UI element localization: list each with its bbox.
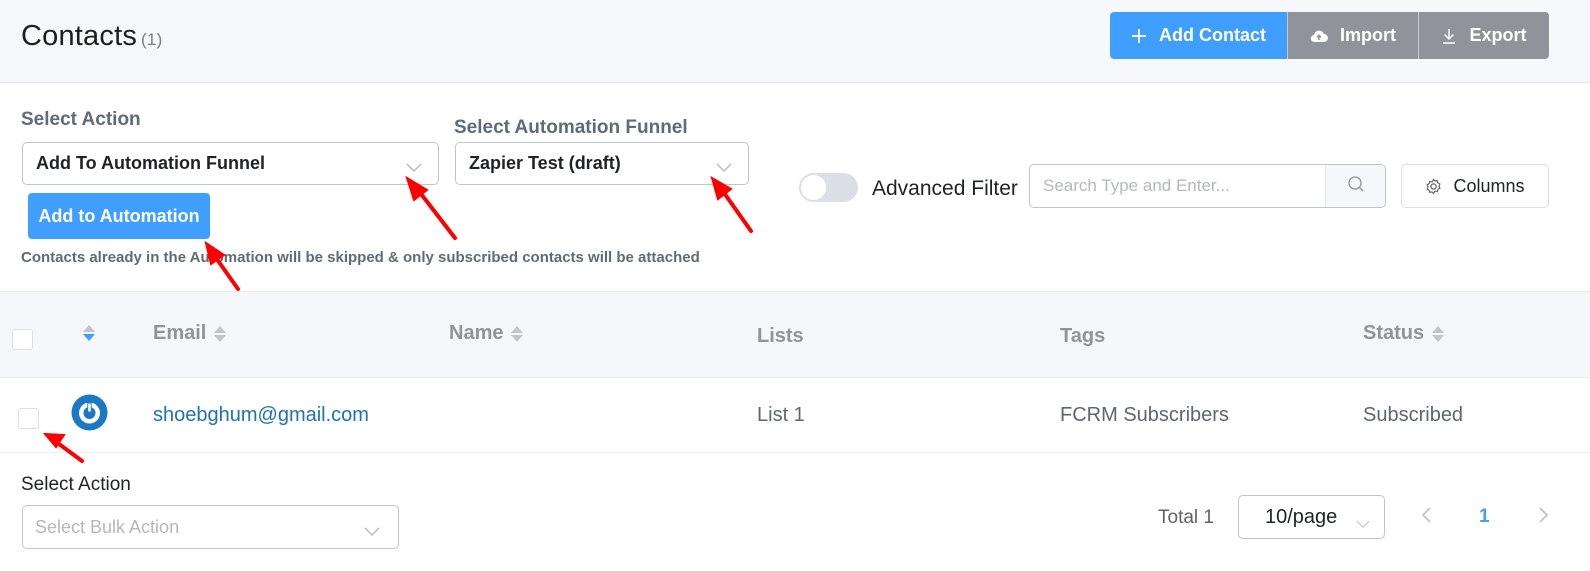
table-header: Email Name Lists Tags Status xyxy=(0,291,1590,378)
column-label: Name xyxy=(449,322,504,344)
plus-icon xyxy=(1131,28,1147,44)
column-label: Tags xyxy=(1060,325,1106,347)
columns-label: Columns xyxy=(1453,175,1525,196)
advanced-filter-label: Advanced Filter xyxy=(872,177,1018,200)
add-contact-button[interactable]: Add Contact xyxy=(1110,12,1287,59)
import-label: Import xyxy=(1340,25,1396,45)
sort-default-column[interactable] xyxy=(83,325,95,341)
chevron-down-icon xyxy=(716,157,732,178)
select-action-label: Select Action xyxy=(21,109,141,130)
download-icon xyxy=(1441,28,1457,44)
toggle-knob xyxy=(801,175,826,200)
power-avatar-icon xyxy=(71,394,108,431)
column-label: Email xyxy=(153,322,207,344)
contacts-table: Email Name Lists Tags Status shoebghum@g… xyxy=(0,291,1590,453)
chevron-down-icon xyxy=(406,157,422,178)
page-number-current[interactable]: 1 xyxy=(1479,506,1490,528)
bulk-action-placeholder: Select Bulk Action xyxy=(35,516,180,537)
column-header-status[interactable]: Status xyxy=(1363,322,1445,345)
select-all-checkbox[interactable] xyxy=(12,329,33,350)
chevron-down-icon xyxy=(364,521,380,542)
gear-icon xyxy=(1425,177,1442,195)
chevron-left-icon xyxy=(1421,507,1431,523)
automation-funnel-label: Select Automation Funnel xyxy=(454,117,688,138)
page-title: Contacts (1) xyxy=(21,20,162,53)
advanced-filter-toggle[interactable] xyxy=(799,173,858,202)
annotation-arrows xyxy=(42,175,753,463)
export-label: Export xyxy=(1469,25,1527,45)
avatar[interactable] xyxy=(71,394,108,431)
contact-count: (1) xyxy=(141,30,163,49)
cloud-upload-icon xyxy=(1310,29,1328,43)
automation-funnel-dropdown[interactable]: Zapier Test (draft) xyxy=(455,142,749,185)
column-label: Lists xyxy=(757,325,804,347)
search-box xyxy=(1029,164,1386,208)
header-button-group: Add Contact Import Export xyxy=(1110,12,1549,59)
table-row: shoebghum@gmail.com List 1 FCRM Subscrib… xyxy=(0,378,1590,453)
add-contact-label: Add Contact xyxy=(1159,25,1266,45)
row-checkbox[interactable] xyxy=(18,408,39,429)
export-button[interactable]: Export xyxy=(1418,12,1549,59)
column-header-tags: Tags xyxy=(1060,325,1105,348)
total-count: Total 1 xyxy=(1158,507,1214,528)
column-header-email[interactable]: Email xyxy=(153,322,227,345)
select-action-dropdown[interactable]: Add To Automation Funnel xyxy=(22,142,439,185)
columns-button[interactable]: Columns xyxy=(1401,164,1549,208)
page-size-dropdown[interactable]: 10/page xyxy=(1238,495,1385,539)
sort-icon xyxy=(83,325,95,341)
page-size-value: 10/page xyxy=(1265,505,1338,528)
chevron-right-icon xyxy=(1539,507,1549,523)
annotation-arrow xyxy=(710,175,753,233)
search-input[interactable] xyxy=(1030,165,1325,207)
sort-icon xyxy=(1432,325,1445,342)
next-page-button[interactable] xyxy=(1535,505,1551,530)
sort-icon xyxy=(511,325,524,342)
column-header-lists: Lists xyxy=(757,325,804,348)
select-action-value: Add To Automation Funnel xyxy=(36,153,265,173)
bulk-action-label: Select Action xyxy=(21,474,131,495)
annotation-arrow xyxy=(405,175,457,240)
bulk-action-dropdown[interactable]: Select Bulk Action xyxy=(22,505,399,549)
page-title-text: Contacts xyxy=(21,20,138,52)
add-to-automation-button[interactable]: Add to Automation xyxy=(28,193,210,239)
contact-email-link[interactable]: shoebghum@gmail.com xyxy=(153,404,369,427)
column-header-name[interactable]: Name xyxy=(449,322,524,345)
automation-funnel-value: Zapier Test (draft) xyxy=(469,153,621,173)
sort-icon xyxy=(214,325,227,342)
import-button[interactable]: Import xyxy=(1287,12,1418,59)
column-label: Status xyxy=(1363,322,1425,344)
prev-page-button[interactable] xyxy=(1419,505,1435,530)
contact-tags: FCRM Subscribers xyxy=(1060,404,1229,426)
contact-lists: List 1 xyxy=(757,404,805,426)
chevron-down-icon xyxy=(1356,512,1370,535)
search-icon xyxy=(1347,175,1365,198)
contact-status: Subscribed xyxy=(1363,404,1464,426)
page-header: Contacts (1) Add Contact Import Export xyxy=(0,0,1590,83)
automation-note: Contacts already in the Automation will … xyxy=(21,249,700,266)
search-button[interactable] xyxy=(1325,165,1385,207)
